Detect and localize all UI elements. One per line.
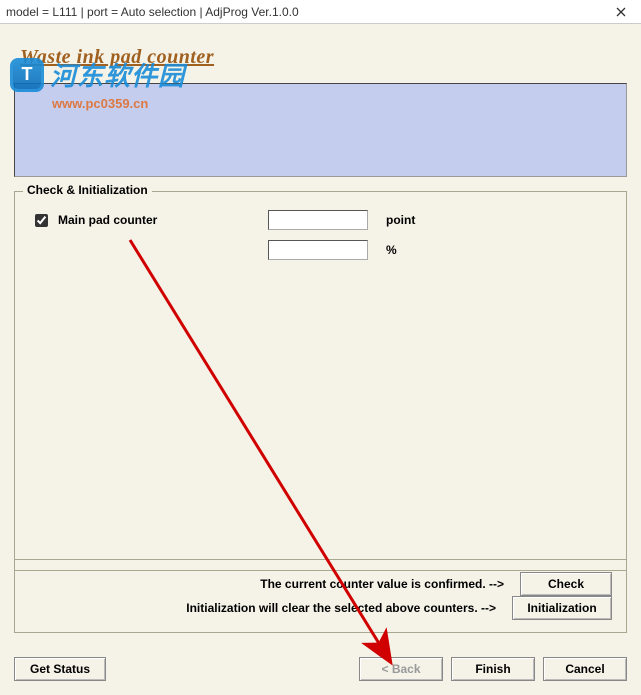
back-button: < Back (359, 657, 443, 681)
log-textarea[interactable] (14, 83, 627, 177)
check-init-group: Check & Initialization Main pad counter … (14, 191, 627, 571)
main-pad-percent-input[interactable] (268, 240, 368, 260)
finish-button[interactable]: Finish (451, 657, 535, 681)
get-status-button[interactable]: Get Status (14, 657, 106, 681)
lower-panel: The current counter value is confirmed. … (14, 559, 627, 633)
window-title: model = L111 | port = Auto selection | A… (6, 5, 299, 19)
main-pad-point-input[interactable] (268, 210, 368, 230)
main-pad-checkbox[interactable] (35, 214, 48, 227)
close-button[interactable] (601, 0, 641, 23)
title-bar: model = L111 | port = Auto selection | A… (0, 0, 641, 24)
cancel-button[interactable]: Cancel (543, 657, 627, 681)
main-pad-row: Main pad counter point (29, 210, 612, 230)
action-group: The current counter value is confirmed. … (14, 559, 627, 633)
close-icon (616, 7, 626, 17)
main-pad-percent-row: % (29, 240, 612, 260)
check-message: The current counter value is confirmed. … (29, 577, 520, 591)
check-button[interactable]: Check (520, 572, 612, 596)
percent-unit: % (386, 243, 397, 257)
main-pad-label: Main pad counter (58, 213, 268, 227)
bottom-toolbar: Get Status < Back Finish Cancel (14, 657, 627, 681)
group-legend: Check & Initialization (23, 183, 152, 197)
init-message: Initialization will clear the selected a… (29, 601, 512, 615)
page-title: Waste ink pad counter (20, 46, 627, 69)
initialization-button[interactable]: Initialization (512, 596, 612, 620)
point-unit: point (386, 213, 415, 227)
